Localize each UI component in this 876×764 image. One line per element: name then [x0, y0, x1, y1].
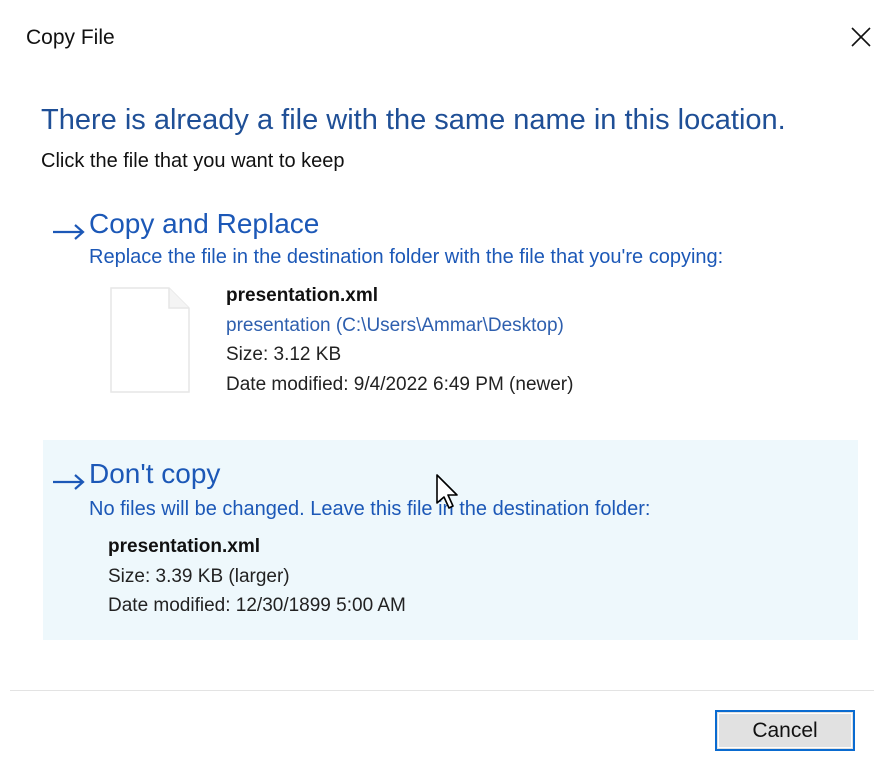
source-file-location: presentation (C:\Users\Ammar\Desktop)	[226, 314, 564, 336]
window-title: Copy File	[26, 26, 115, 49]
copy-and-replace-title: Copy and Replace	[89, 208, 320, 239]
close-button[interactable]	[846, 22, 876, 52]
arrow-right-icon	[53, 474, 85, 490]
footer-divider	[10, 690, 874, 691]
destination-file-date: Date modified: 12/30/1899 5:00 AM	[108, 595, 406, 616]
copy-and-replace-option[interactable]: Copy and Replace Replace the file in the…	[43, 200, 858, 422]
instruction-text: Click the file that you want to keep	[41, 150, 345, 172]
dont-copy-option[interactable]: Don't copy No files will be changed. Lea…	[43, 440, 858, 640]
source-file-info: presentation.xml presentation (C:\Users\…	[226, 281, 573, 399]
source-file-name: presentation.xml	[226, 285, 379, 306]
dont-copy-title: Don't copy	[89, 458, 221, 489]
close-icon	[851, 27, 871, 47]
copy-file-dialog: Copy File There is already a file with t…	[0, 0, 876, 764]
destination-file-size: Size: 3.39 KB (larger)	[108, 565, 290, 587]
cancel-button[interactable]: Cancel	[715, 710, 855, 751]
source-file-size: Size: 3.12 KB	[226, 344, 342, 365]
destination-file-name: presentation.xml	[108, 536, 261, 557]
source-file-date: Date modified: 9/4/2022 6:49 PM (newer)	[226, 373, 574, 395]
conflict-headline: There is already a file with the same na…	[41, 104, 786, 136]
cancel-button-label: Cancel	[752, 718, 818, 742]
destination-file-info: presentation.xml Size: 3.39 KB (larger) …	[108, 532, 406, 621]
arrow-right-icon	[53, 224, 85, 240]
dont-copy-description: No files will be changed. Leave this fil…	[89, 498, 651, 520]
copy-and-replace-description: Replace the file in the destination fold…	[89, 246, 724, 268]
file-icon	[110, 287, 190, 393]
